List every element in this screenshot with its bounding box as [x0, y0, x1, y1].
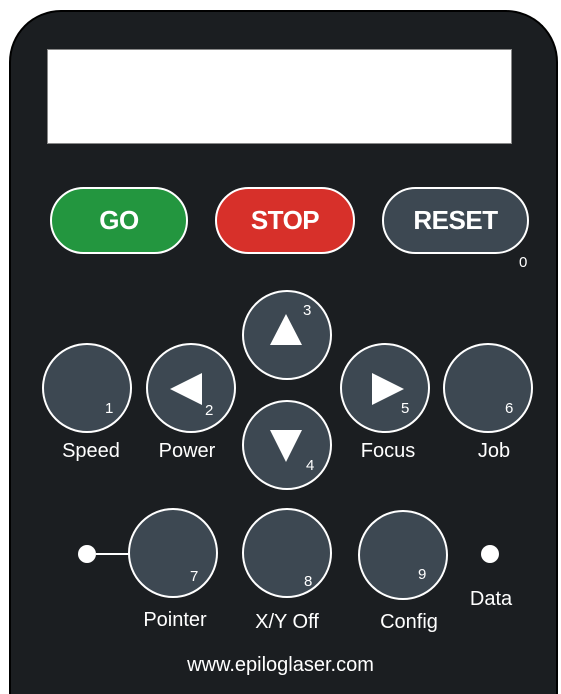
job-label: Job	[477, 440, 511, 462]
xyoff-label: X/Y Off	[255, 611, 319, 633]
speed-button[interactable]	[42, 343, 132, 433]
speed-number: 1	[105, 400, 114, 417]
reset-number: 0	[519, 254, 528, 271]
go-button-label: GO	[99, 205, 139, 235]
stop-button[interactable]: STOP	[215, 187, 355, 254]
arrow-up-icon	[270, 314, 302, 345]
down-number: 4	[306, 457, 315, 474]
power-label: Power	[158, 440, 216, 462]
arrow-down-icon	[270, 430, 302, 462]
website-url: www.epiloglaser.com	[187, 654, 374, 676]
pointer-number: 7	[190, 568, 199, 585]
job-number: 6	[505, 400, 514, 417]
speed-label: Speed	[62, 440, 120, 462]
job-button[interactable]	[443, 343, 533, 433]
config-label: Config	[380, 611, 438, 633]
focus-label: Focus	[360, 440, 416, 462]
reset-button-label: RESET	[413, 205, 498, 235]
pointer-led-connector	[96, 553, 130, 555]
pointer-button[interactable]	[128, 508, 218, 598]
arrow-left-icon	[170, 373, 202, 405]
go-button[interactable]: GO	[50, 187, 188, 254]
up-number: 3	[303, 302, 312, 319]
arrow-right-icon	[372, 373, 404, 405]
up-button[interactable]	[242, 290, 332, 380]
reset-button[interactable]: RESET	[382, 187, 529, 254]
power-button[interactable]	[146, 343, 236, 433]
focus-number: 5	[401, 400, 410, 417]
lcd-display	[47, 49, 512, 144]
xyoff-button[interactable]	[242, 508, 332, 598]
config-number: 9	[418, 566, 427, 583]
pointer-label: Pointer	[143, 609, 207, 631]
config-button[interactable]	[358, 510, 448, 600]
pointer-led	[78, 545, 96, 563]
down-button[interactable]	[242, 400, 332, 490]
power-number: 2	[205, 402, 214, 419]
stop-button-label: STOP	[250, 205, 320, 235]
data-led	[481, 545, 499, 563]
data-label: Data	[469, 588, 513, 610]
xyoff-number: 8	[304, 573, 313, 590]
focus-button[interactable]	[340, 343, 430, 433]
